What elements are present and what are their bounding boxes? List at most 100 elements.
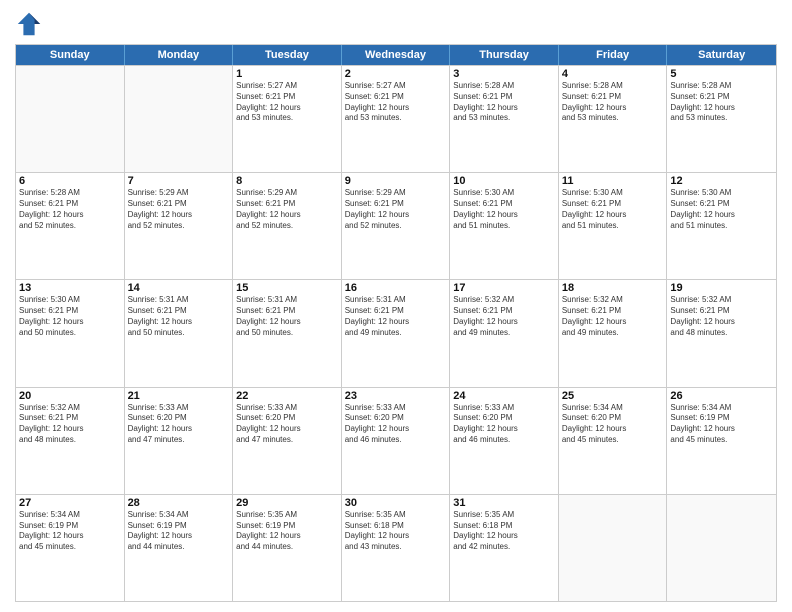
calendar-cell: 8Sunrise: 5:29 AM Sunset: 6:21 PM Daylig…: [233, 173, 342, 279]
calendar-cell: 6Sunrise: 5:28 AM Sunset: 6:21 PM Daylig…: [16, 173, 125, 279]
cell-info: Sunrise: 5:32 AM Sunset: 6:21 PM Dayligh…: [670, 295, 773, 338]
calendar-cell: [559, 495, 668, 601]
calendar-cell: 1Sunrise: 5:27 AM Sunset: 6:21 PM Daylig…: [233, 66, 342, 172]
day-of-week-header: Sunday: [16, 45, 125, 65]
cell-info: Sunrise: 5:35 AM Sunset: 6:18 PM Dayligh…: [453, 510, 555, 553]
cell-info: Sunrise: 5:33 AM Sunset: 6:20 PM Dayligh…: [453, 403, 555, 446]
day-number: 7: [128, 175, 230, 187]
cell-info: Sunrise: 5:28 AM Sunset: 6:21 PM Dayligh…: [562, 81, 664, 124]
day-number: 9: [345, 175, 447, 187]
cell-info: Sunrise: 5:28 AM Sunset: 6:21 PM Dayligh…: [19, 188, 121, 231]
calendar-cell: 24Sunrise: 5:33 AM Sunset: 6:20 PM Dayli…: [450, 388, 559, 494]
day-number: 12: [670, 175, 773, 187]
calendar-cell: 12Sunrise: 5:30 AM Sunset: 6:21 PM Dayli…: [667, 173, 776, 279]
calendar-cell: 27Sunrise: 5:34 AM Sunset: 6:19 PM Dayli…: [16, 495, 125, 601]
day-number: 16: [345, 282, 447, 294]
cell-info: Sunrise: 5:34 AM Sunset: 6:19 PM Dayligh…: [19, 510, 121, 553]
day-number: 11: [562, 175, 664, 187]
calendar-week-row: 13Sunrise: 5:30 AM Sunset: 6:21 PM Dayli…: [16, 279, 776, 386]
calendar-cell: 4Sunrise: 5:28 AM Sunset: 6:21 PM Daylig…: [559, 66, 668, 172]
day-number: 8: [236, 175, 338, 187]
cell-info: Sunrise: 5:28 AM Sunset: 6:21 PM Dayligh…: [453, 81, 555, 124]
cell-info: Sunrise: 5:29 AM Sunset: 6:21 PM Dayligh…: [236, 188, 338, 231]
cell-info: Sunrise: 5:32 AM Sunset: 6:21 PM Dayligh…: [19, 403, 121, 446]
day-number: 21: [128, 390, 230, 402]
day-number: 29: [236, 497, 338, 509]
day-of-week-header: Tuesday: [233, 45, 342, 65]
day-of-week-header: Friday: [559, 45, 668, 65]
cell-info: Sunrise: 5:35 AM Sunset: 6:18 PM Dayligh…: [345, 510, 447, 553]
calendar-cell: 14Sunrise: 5:31 AM Sunset: 6:21 PM Dayli…: [125, 280, 234, 386]
cell-info: Sunrise: 5:33 AM Sunset: 6:20 PM Dayligh…: [236, 403, 338, 446]
calendar-cell: 5Sunrise: 5:28 AM Sunset: 6:21 PM Daylig…: [667, 66, 776, 172]
cell-info: Sunrise: 5:34 AM Sunset: 6:20 PM Dayligh…: [562, 403, 664, 446]
calendar-cell: 13Sunrise: 5:30 AM Sunset: 6:21 PM Dayli…: [16, 280, 125, 386]
cell-info: Sunrise: 5:35 AM Sunset: 6:19 PM Dayligh…: [236, 510, 338, 553]
cell-info: Sunrise: 5:28 AM Sunset: 6:21 PM Dayligh…: [670, 81, 773, 124]
calendar-cell: 7Sunrise: 5:29 AM Sunset: 6:21 PM Daylig…: [125, 173, 234, 279]
day-number: 23: [345, 390, 447, 402]
calendar-cell: 10Sunrise: 5:30 AM Sunset: 6:21 PM Dayli…: [450, 173, 559, 279]
cell-info: Sunrise: 5:31 AM Sunset: 6:21 PM Dayligh…: [236, 295, 338, 338]
cell-info: Sunrise: 5:30 AM Sunset: 6:21 PM Dayligh…: [670, 188, 773, 231]
day-number: 22: [236, 390, 338, 402]
calendar-week-row: 6Sunrise: 5:28 AM Sunset: 6:21 PM Daylig…: [16, 172, 776, 279]
calendar-cell: 26Sunrise: 5:34 AM Sunset: 6:19 PM Dayli…: [667, 388, 776, 494]
calendar-cell: 18Sunrise: 5:32 AM Sunset: 6:21 PM Dayli…: [559, 280, 668, 386]
cell-info: Sunrise: 5:29 AM Sunset: 6:21 PM Dayligh…: [128, 188, 230, 231]
day-of-week-header: Thursday: [450, 45, 559, 65]
day-number: 25: [562, 390, 664, 402]
day-number: 28: [128, 497, 230, 509]
day-number: 6: [19, 175, 121, 187]
cell-info: Sunrise: 5:30 AM Sunset: 6:21 PM Dayligh…: [453, 188, 555, 231]
cell-info: Sunrise: 5:30 AM Sunset: 6:21 PM Dayligh…: [562, 188, 664, 231]
day-number: 4: [562, 68, 664, 80]
cell-info: Sunrise: 5:30 AM Sunset: 6:21 PM Dayligh…: [19, 295, 121, 338]
calendar-week-row: 20Sunrise: 5:32 AM Sunset: 6:21 PM Dayli…: [16, 387, 776, 494]
day-number: 24: [453, 390, 555, 402]
cell-info: Sunrise: 5:34 AM Sunset: 6:19 PM Dayligh…: [128, 510, 230, 553]
logo-icon: [15, 10, 43, 38]
day-number: 14: [128, 282, 230, 294]
header: [15, 10, 777, 38]
calendar-cell: 16Sunrise: 5:31 AM Sunset: 6:21 PM Dayli…: [342, 280, 451, 386]
day-number: 18: [562, 282, 664, 294]
cell-info: Sunrise: 5:32 AM Sunset: 6:21 PM Dayligh…: [562, 295, 664, 338]
calendar-body: 1Sunrise: 5:27 AM Sunset: 6:21 PM Daylig…: [16, 65, 776, 601]
calendar-cell: 30Sunrise: 5:35 AM Sunset: 6:18 PM Dayli…: [342, 495, 451, 601]
cell-info: Sunrise: 5:32 AM Sunset: 6:21 PM Dayligh…: [453, 295, 555, 338]
day-number: 13: [19, 282, 121, 294]
calendar-cell: 31Sunrise: 5:35 AM Sunset: 6:18 PM Dayli…: [450, 495, 559, 601]
calendar-cell: 23Sunrise: 5:33 AM Sunset: 6:20 PM Dayli…: [342, 388, 451, 494]
cell-info: Sunrise: 5:27 AM Sunset: 6:21 PM Dayligh…: [236, 81, 338, 124]
day-number: 3: [453, 68, 555, 80]
day-of-week-header: Saturday: [667, 45, 776, 65]
calendar-cell: [16, 66, 125, 172]
day-number: 26: [670, 390, 773, 402]
calendar-cell: 20Sunrise: 5:32 AM Sunset: 6:21 PM Dayli…: [16, 388, 125, 494]
cell-info: Sunrise: 5:27 AM Sunset: 6:21 PM Dayligh…: [345, 81, 447, 124]
day-number: 17: [453, 282, 555, 294]
cell-info: Sunrise: 5:34 AM Sunset: 6:19 PM Dayligh…: [670, 403, 773, 446]
calendar-cell: 11Sunrise: 5:30 AM Sunset: 6:21 PM Dayli…: [559, 173, 668, 279]
logo: [15, 10, 47, 38]
calendar-cell: 2Sunrise: 5:27 AM Sunset: 6:21 PM Daylig…: [342, 66, 451, 172]
day-number: 15: [236, 282, 338, 294]
calendar-cell: 22Sunrise: 5:33 AM Sunset: 6:20 PM Dayli…: [233, 388, 342, 494]
day-number: 31: [453, 497, 555, 509]
day-of-week-header: Wednesday: [342, 45, 451, 65]
calendar-cell: 25Sunrise: 5:34 AM Sunset: 6:20 PM Dayli…: [559, 388, 668, 494]
calendar-header: SundayMondayTuesdayWednesdayThursdayFrid…: [16, 45, 776, 65]
day-number: 2: [345, 68, 447, 80]
calendar-week-row: 27Sunrise: 5:34 AM Sunset: 6:19 PM Dayli…: [16, 494, 776, 601]
day-number: 30: [345, 497, 447, 509]
day-number: 1: [236, 68, 338, 80]
cell-info: Sunrise: 5:31 AM Sunset: 6:21 PM Dayligh…: [128, 295, 230, 338]
cell-info: Sunrise: 5:31 AM Sunset: 6:21 PM Dayligh…: [345, 295, 447, 338]
calendar-cell: 19Sunrise: 5:32 AM Sunset: 6:21 PM Dayli…: [667, 280, 776, 386]
calendar: SundayMondayTuesdayWednesdayThursdayFrid…: [15, 44, 777, 602]
calendar-cell: 15Sunrise: 5:31 AM Sunset: 6:21 PM Dayli…: [233, 280, 342, 386]
calendar-cell: [125, 66, 234, 172]
day-number: 20: [19, 390, 121, 402]
calendar-cell: [667, 495, 776, 601]
